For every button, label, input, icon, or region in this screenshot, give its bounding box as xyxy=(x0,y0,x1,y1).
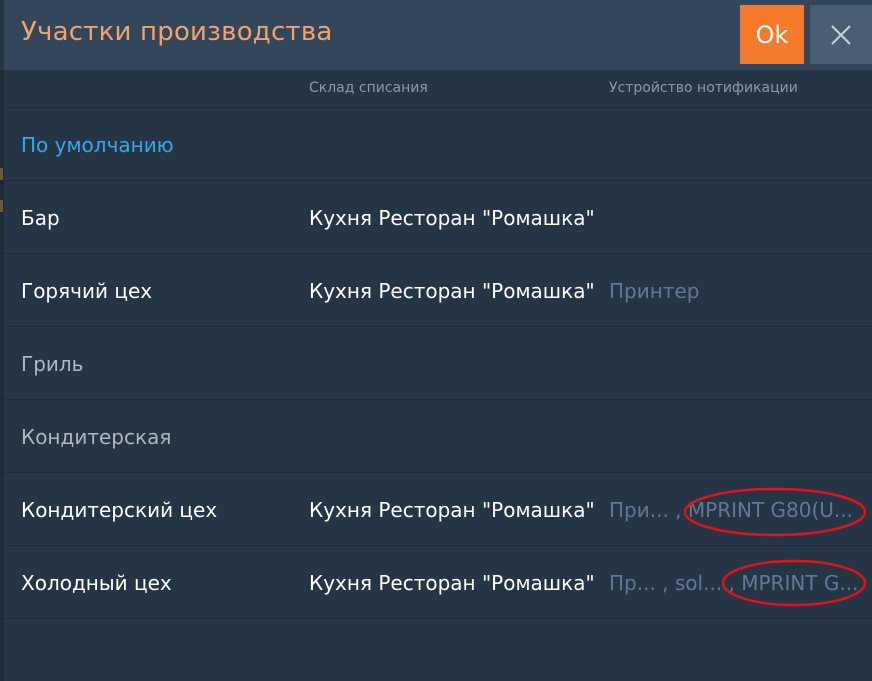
row-warehouse: Кухня Ресторан "Ромашка" xyxy=(309,498,595,522)
column-header-warehouse: Склад списания xyxy=(309,80,428,96)
table-row[interactable]: Горячий цех Кухня Ресторан "Ромашка" При… xyxy=(4,255,872,327)
dialog-header: Участки производства Ok xyxy=(4,0,872,70)
row-warehouse: Кухня Ресторан "Ромашка" xyxy=(309,206,595,230)
row-name: Кондитерская xyxy=(21,425,172,449)
edge-mark xyxy=(0,200,3,212)
column-header-device: Устройство нотификации xyxy=(609,80,798,96)
table-header-divider xyxy=(4,107,872,108)
ok-button[interactable]: Ok xyxy=(740,5,804,64)
row-name: Горячий цех xyxy=(21,279,153,303)
row-device: Принтер xyxy=(609,279,700,303)
row-name[interactable]: По умолчанию xyxy=(21,109,174,181)
table-row[interactable]: Кондитерская xyxy=(4,401,872,473)
row-warehouse: Кухня Ресторан "Ромашка" xyxy=(309,571,595,595)
table-row[interactable]: Бар Кухня Ресторан "Ромашка" xyxy=(4,182,872,254)
close-icon xyxy=(831,24,851,45)
row-name: Гриль xyxy=(21,352,84,376)
table-row-default[interactable]: По умолчанию xyxy=(4,109,872,181)
row-name: Холодный цех xyxy=(21,571,172,595)
table-row[interactable]: Холодный цех Кухня Ресторан "Ромашка" Пр… xyxy=(4,547,872,619)
table-row[interactable]: Кондитерский цех Кухня Ресторан "Ромашка… xyxy=(4,474,872,546)
close-button[interactable] xyxy=(810,5,872,64)
table-row[interactable]: Гриль xyxy=(4,328,872,400)
edge-mark xyxy=(0,168,3,180)
row-warehouse: Кухня Ресторан "Ромашка" xyxy=(309,279,595,303)
row-name: Бар xyxy=(21,206,60,230)
row-device: Пр... , sol... , MPRINT G... xyxy=(609,571,859,595)
row-device: При... , MPRINT G80(U... xyxy=(609,498,853,522)
dialog-title: Участки производства xyxy=(21,17,333,47)
row-name: Кондитерский цех xyxy=(21,498,218,522)
